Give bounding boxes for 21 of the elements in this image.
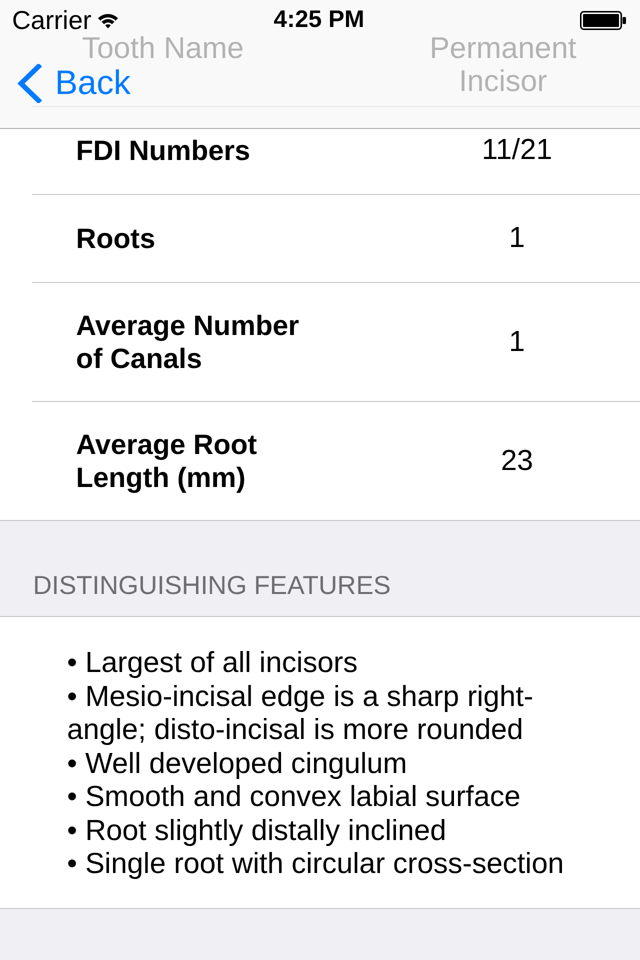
feature-item: • Single root with circular cross-section xyxy=(67,848,565,882)
row-value: 1 xyxy=(508,222,526,255)
feature-item: • Smooth and convex labial surface xyxy=(67,781,522,814)
feature-item: • Root slightly distally inclined xyxy=(67,814,448,848)
row-value: 23 xyxy=(500,444,534,478)
feature-item: • Mesio-incisal edge is a sharp right-angle; disto-incisal is more rounded xyxy=(67,680,534,748)
back-button[interactable]: Back xyxy=(16,64,131,102)
row-value: 11/21 xyxy=(480,134,554,167)
row-value: Permanent Incisor xyxy=(428,32,578,98)
row-label: Roots xyxy=(76,222,156,255)
row-label: FDI Numbers xyxy=(76,134,250,167)
status-time: 4:25 PM xyxy=(274,6,364,34)
row-label: Average Root Length (mm) xyxy=(76,428,258,494)
chevron-left-icon xyxy=(16,64,42,102)
row-label: Average Number of Canals xyxy=(76,309,300,375)
row-value: 1 xyxy=(508,326,526,358)
feature-item: • Largest of all incisors xyxy=(67,647,359,680)
feature-item: • Well developed cingulum xyxy=(67,748,408,781)
battery-icon xyxy=(580,10,626,30)
wifi-icon xyxy=(97,12,120,28)
section-header: DISTINGUISHING FEATURES xyxy=(33,570,391,600)
